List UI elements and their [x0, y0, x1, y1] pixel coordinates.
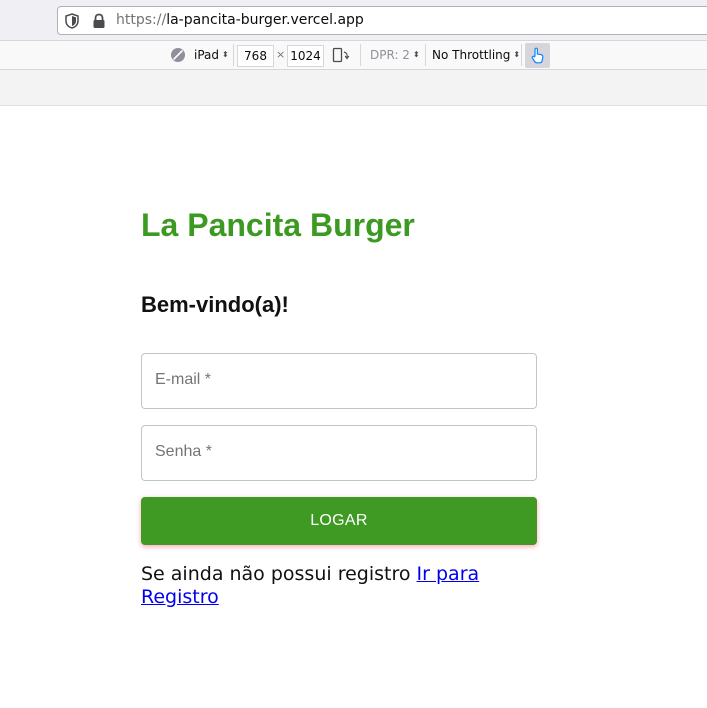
- password-field[interactable]: Senha *: [141, 425, 537, 481]
- login-button[interactable]: LOGAR: [141, 497, 537, 545]
- email-field[interactable]: E-mail *: [141, 353, 537, 409]
- device-select[interactable]: iPad ⬍: [194, 41, 229, 69]
- device-select-caret-icon: ⬍: [222, 50, 229, 59]
- viewport-width-input[interactable]: 768: [237, 45, 274, 67]
- touch-hand-icon: [531, 47, 544, 64]
- url-host: la-pancita-burger.vercel.app: [166, 12, 364, 28]
- welcome-heading: Bem-vindo(a)!: [141, 292, 289, 317]
- toolbar-divider: [425, 44, 426, 66]
- register-prompt: Se ainda não possui registro Ir para Reg…: [141, 563, 541, 609]
- password-input[interactable]: [142, 426, 536, 480]
- tracking-protection-shield-icon[interactable]: [65, 13, 79, 29]
- email-input[interactable]: [142, 354, 536, 408]
- toolbar-divider: [521, 44, 522, 66]
- toolbar-divider: [360, 44, 361, 66]
- rotate-viewport-icon[interactable]: [332, 47, 350, 63]
- dpr-select[interactable]: DPR: 2 ⬍: [370, 41, 420, 69]
- throttling-select-value: No Throttling: [432, 48, 511, 62]
- touch-simulation-button[interactable]: [525, 43, 550, 68]
- browser-toolbar: https://la-pancita-burger.vercel.app: [0, 0, 707, 41]
- device-select-value: iPad: [194, 48, 220, 62]
- register-prompt-text: Se ainda não possui registro: [141, 563, 417, 585]
- network-throttling-select[interactable]: No Throttling ⬍: [432, 41, 520, 69]
- url-text[interactable]: https://la-pancita-burger.vercel.app: [116, 12, 364, 28]
- viewport-header-strip: [0, 70, 707, 106]
- toolbar-divider: [233, 44, 234, 66]
- dpr-select-value: DPR: 2: [370, 48, 410, 62]
- dimension-separator: ×: [276, 48, 286, 61]
- responsive-design-toolbar: iPad ⬍ 768 × 1024 DPR: 2 ⬍ No Throttling…: [0, 41, 707, 70]
- url-bar[interactable]: https://la-pancita-burger.vercel.app: [57, 6, 707, 35]
- lock-icon[interactable]: [92, 13, 106, 29]
- dpr-select-caret-icon: ⬍: [412, 50, 420, 59]
- app-title: La Pancita Burger: [141, 207, 415, 243]
- viewport-height-input[interactable]: 1024: [287, 45, 324, 67]
- url-scheme: https://: [116, 12, 167, 28]
- device-simulation-icon[interactable]: [170, 47, 186, 63]
- throttling-select-caret-icon: ⬍: [513, 50, 521, 59]
